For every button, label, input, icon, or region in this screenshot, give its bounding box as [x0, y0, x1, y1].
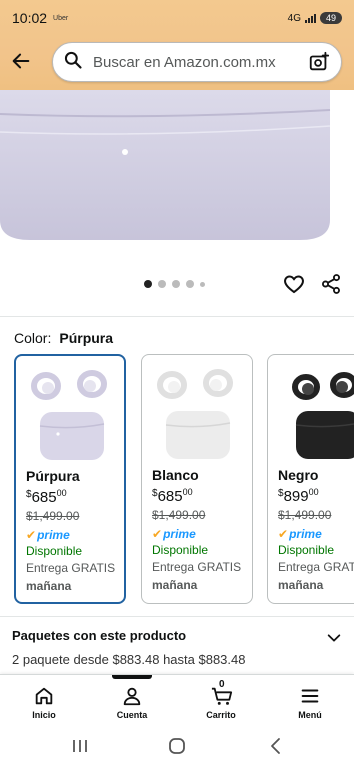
variant-list-price: $1,499.00 [152, 508, 206, 522]
variant-availability: Disponible [26, 544, 83, 558]
variant-delivery-day: mañana [278, 578, 324, 592]
nav-item-menu[interactable]: Menú [266, 675, 354, 725]
camera-search-icon[interactable] [307, 50, 331, 74]
search-icon [63, 50, 83, 75]
carousel-dot[interactable] [144, 280, 152, 288]
cart-count-badge: 0 [219, 679, 225, 690]
carousel-dot[interactable] [186, 280, 194, 288]
variant-delivery-day: mañana [26, 579, 72, 593]
status-carrier: Uber [53, 14, 69, 22]
variant-name: Negro [278, 467, 319, 483]
search-bar[interactable]: Buscar en Amazon.com.mx [52, 42, 342, 82]
status-right: 4G 49 [288, 12, 342, 24]
signal-icon [304, 13, 316, 23]
prime-check-icon: ✔ [26, 528, 37, 542]
chevron-down-icon[interactable] [326, 630, 342, 646]
variant-list-price: $1,499.00 [26, 509, 80, 523]
menu-icon [299, 685, 321, 707]
nav-label: Menú [298, 710, 322, 720]
variant-shipping: Entrega GRATIS [278, 560, 354, 574]
network-type: 4G [287, 12, 301, 24]
variant-price: $68500 [26, 488, 67, 506]
home-button-icon[interactable] [167, 736, 187, 756]
carousel-dot[interactable] [158, 280, 166, 288]
image-carousel-dots[interactable] [144, 280, 205, 288]
variant-thumbnail [150, 363, 246, 467]
prime-badge: ✔ prime [26, 528, 70, 542]
variant-card-blanco[interactable]: Blanco $68500 $1,499.00 ✔ prime Disponibl… [141, 354, 253, 604]
variant-list-price: $1,499.00 [278, 508, 332, 522]
nav-item-carrito[interactable]: 0 Carrito [177, 675, 265, 725]
variant-thumbnail [276, 363, 354, 467]
nav-item-cuenta[interactable]: Cuenta [88, 675, 176, 725]
prime-check-icon: ✔ [278, 527, 289, 541]
heart-icon[interactable] [282, 272, 306, 296]
account-icon [121, 685, 143, 707]
bundles-subtitle: 2 paquete desde $883.48 hasta $883.48 [12, 652, 246, 667]
bundles-section[interactable]: Paquetes con este producto 2 paquete des… [12, 628, 342, 667]
variant-availability: Disponible [278, 543, 335, 557]
back-button-icon[interactable] [266, 736, 286, 756]
variant-shipping: Entrega GRATIS [26, 561, 116, 575]
search-input[interactable]: Buscar en Amazon.com.mx [93, 54, 307, 71]
nav-label: Inicio [32, 710, 56, 720]
variant-delivery-day: mañana [152, 578, 198, 592]
prime-badge: ✔ prime [278, 527, 322, 541]
variant-selector: Púrpura $68500 $1,499.00 ✔ prime Disponib… [14, 354, 354, 606]
share-icon[interactable] [320, 273, 342, 295]
back-arrow-icon[interactable] [8, 48, 34, 74]
variant-shipping: Entrega GRATIS [152, 560, 242, 574]
variant-price: $68500 [152, 487, 193, 505]
bundles-title: Paquetes con este producto [12, 628, 187, 643]
variant-thumbnail [24, 364, 120, 468]
color-label: Color: [14, 330, 52, 346]
carousel-dot[interactable] [200, 281, 205, 287]
nav-label: Carrito [206, 710, 236, 720]
variant-price: $89900 [278, 487, 319, 505]
earbuds-case-image [0, 90, 331, 240]
variant-name: Púrpura [26, 468, 80, 484]
status-time: 10:02 [12, 10, 48, 26]
prime-check-icon: ✔ [152, 527, 163, 541]
carousel-dot[interactable] [172, 280, 180, 288]
divider [0, 616, 354, 617]
color-selector-label: Color: Púrpura [14, 330, 113, 346]
bottom-navigation: Inicio Cuenta 0 Carrito Menú [0, 674, 354, 724]
product-image[interactable] [0, 90, 354, 270]
nav-label: Cuenta [116, 710, 148, 720]
nav-item-inicio[interactable]: Inicio [0, 675, 88, 725]
divider [0, 316, 354, 317]
system-navigation-bar [0, 724, 354, 768]
recent-apps-icon[interactable] [70, 736, 90, 756]
variant-availability: Disponible [152, 543, 209, 557]
variant-name: Blanco [152, 467, 199, 483]
status-bar: 10:02 Uber 4G 49 [0, 0, 354, 36]
home-icon [33, 685, 55, 707]
variant-card-purpura[interactable]: Púrpura $68500 $1,499.00 ✔ prime Disponib… [14, 354, 126, 604]
cart-icon: 0 [210, 679, 233, 707]
app-header: 10:02 Uber 4G 49 Buscar en Amazon.com.mx [0, 0, 354, 90]
battery-indicator: 49 [319, 12, 342, 24]
variant-card-negro[interactable]: Negro $89900 $1,499.00 ✔ prime Disponible… [267, 354, 354, 604]
prime-badge: ✔ prime [152, 527, 196, 541]
color-selected-value: Púrpura [59, 330, 114, 346]
